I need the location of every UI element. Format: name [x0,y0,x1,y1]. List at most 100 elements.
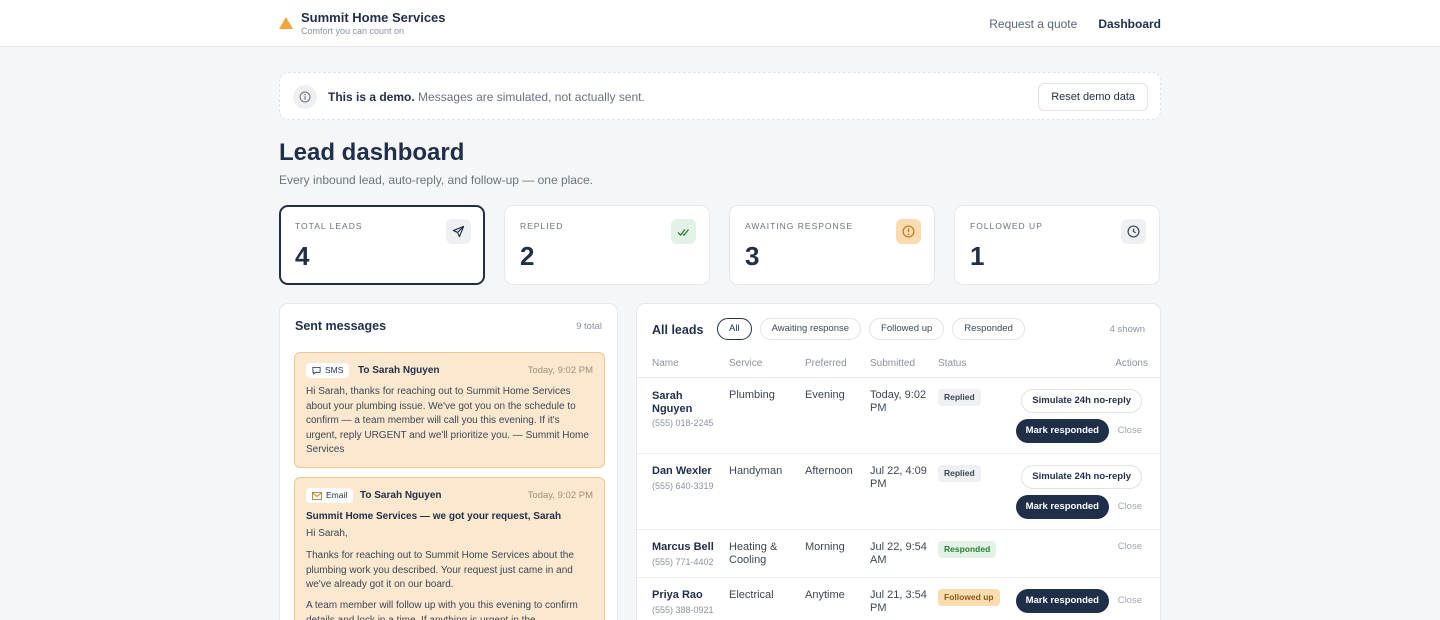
channel-label: Email [326,490,348,500]
stat-label: TOTAL LEADS [295,221,363,231]
lead-service: Handyman [729,465,783,477]
mark-responded-button[interactable]: Mark responded [1015,495,1109,519]
header-divider [637,377,1160,378]
lead-service: Electrical [729,589,774,601]
brand-tagline: Comfort you can count on [301,26,405,36]
send-icon [446,219,471,244]
status-badge: Replied [938,389,981,406]
message-body: Hi Sarah, thanks for reaching out to Sum… [306,386,589,455]
stat-replied[interactable]: REPLIED 2 [504,205,710,285]
reset-demo-button[interactable]: Reset demo data [1038,83,1148,111]
sent-messages-count: 9 total [576,321,602,332]
lead-name[interactable]: Priya Rao [652,589,703,602]
simulate-no-reply-button[interactable]: Simulate 24h no-reply [1021,465,1142,489]
channel-label: SMS [325,365,344,375]
chat-icon [312,366,321,375]
nav-dashboard[interactable]: Dashboard [1098,17,1161,31]
message-recipient: To Sarah Nguyen [358,365,440,376]
message-recipient: To Sarah Nguyen [360,490,442,501]
channel-badge: SMS [306,363,350,378]
logo-icon [279,17,293,29]
lead-name[interactable]: Dan Wexler [652,465,712,478]
lead-service: Plumbing [729,389,775,401]
stat-value: 4 [295,241,310,271]
col-status: Status [938,358,967,369]
filter-all[interactable]: All [717,318,752,340]
filter-followed-up[interactable]: Followed up [869,318,945,340]
demo-bold: This is a demo. [328,90,415,104]
lead-name[interactable]: Marcus Bell [652,541,714,554]
stat-followed-up[interactable]: FOLLOWED UP 1 [954,205,1160,285]
mark-responded-button[interactable]: Mark responded [1015,589,1109,613]
col-name: Name [652,358,679,369]
row-divider [637,453,1160,454]
demo-message: This is a demo. Messages are simulated, … [328,90,645,104]
sent-messages-panel: Sent messages 9 total SMS To Sarah Nguye… [279,303,618,620]
lead-submitted: Jul 21, 3:54 PM [870,589,927,614]
main-nav: Request a quote Dashboard [989,17,1161,31]
leads-panel: All leads All Awaiting response Followed… [636,303,1161,620]
lead-phone: (555) 018-2245 [652,418,714,428]
close-lead-button[interactable]: Close [1118,595,1142,606]
message-time: Today, 9:02 PM [527,365,593,376]
message-time: Today, 9:02 PM [527,490,593,501]
message-card[interactable]: Email To Sarah Nguyen Today, 9:02 PM Sum… [294,477,605,620]
brand[interactable]: Summit Home Services Comfort you can cou… [279,10,446,36]
col-actions: Actions [1115,358,1148,369]
stat-value: 2 [520,241,535,271]
stat-label: FOLLOWED UP [970,221,1043,231]
col-service: Service [729,358,763,369]
lead-phone: (555) 388-0921 [652,605,714,615]
status-badge: Replied [938,465,981,482]
stat-awaiting[interactable]: AWAITING RESPONSE 3 [729,205,935,285]
channel-badge: Email [306,488,354,503]
row-divider [637,577,1160,578]
lead-service: Heating & Cooling [729,541,778,566]
nav-request-quote[interactable]: Request a quote [989,17,1077,31]
close-lead-button[interactable]: Close [1118,501,1142,512]
stat-label: REPLIED [520,221,564,231]
lead-filters: All Awaiting response Followed up Respon… [717,318,1025,340]
close-lead-button[interactable]: Close [1118,541,1142,552]
page-title: Lead dashboard [279,139,465,166]
stat-value: 3 [745,241,760,271]
clock-icon [1121,219,1146,244]
double-check-icon [671,219,696,244]
leads-title: All leads [652,323,704,337]
lead-submitted: Jul 22, 4:09 PM [870,465,927,490]
lead-preferred: Anytime [805,589,845,601]
sent-messages-title: Sent messages [295,319,387,333]
row-divider [637,529,1160,530]
message-card[interactable]: SMS To Sarah Nguyen Today, 9:02 PM Hi Sa… [294,352,605,468]
lead-preferred: Afternoon [805,465,853,477]
page-subtitle: Every inbound lead, auto-reply, and foll… [279,173,593,187]
message-body: Hi Sarah, [306,528,348,539]
lead-phone: (555) 771-4402 [652,557,714,567]
message-body: Thanks for reaching out to Summit Home S… [306,550,574,590]
info-icon [293,85,317,109]
message-subject: Summit Home Services — we got your reque… [306,511,562,522]
stat-label: AWAITING RESPONSE [745,221,853,231]
filter-awaiting-response[interactable]: Awaiting response [759,318,862,340]
top-bar: Summit Home Services Comfort you can cou… [0,0,1440,47]
mail-icon [312,491,322,500]
lead-preferred: Morning [805,541,845,553]
stat-value: 1 [970,241,985,271]
lead-submitted: Today, 9:02 PM [870,389,927,414]
lead-phone: (555) 640-3319 [652,481,714,491]
alert-icon [896,219,921,244]
status-badge: Responded [938,541,997,558]
lead-preferred: Evening [805,389,845,401]
simulate-no-reply-button[interactable]: Simulate 24h no-reply [1021,389,1142,413]
mark-responded-button[interactable]: Mark responded [1015,419,1109,443]
lead-submitted: Jul 22, 9:54 AM [870,541,927,566]
col-submitted: Submitted [870,358,916,369]
filter-responded[interactable]: Responded [952,318,1025,340]
demo-banner: This is a demo. Messages are simulated, … [279,72,1161,120]
lead-name[interactable]: Sarah Nguyen [652,390,722,416]
close-lead-button[interactable]: Close [1118,425,1142,436]
stat-total-leads[interactable]: TOTAL LEADS 4 [279,205,485,285]
message-body: A team member will follow up with you th… [306,600,578,620]
leads-shown-count: 4 shown [1109,324,1145,335]
demo-text: Messages are simulated, not actually sen… [418,90,645,104]
